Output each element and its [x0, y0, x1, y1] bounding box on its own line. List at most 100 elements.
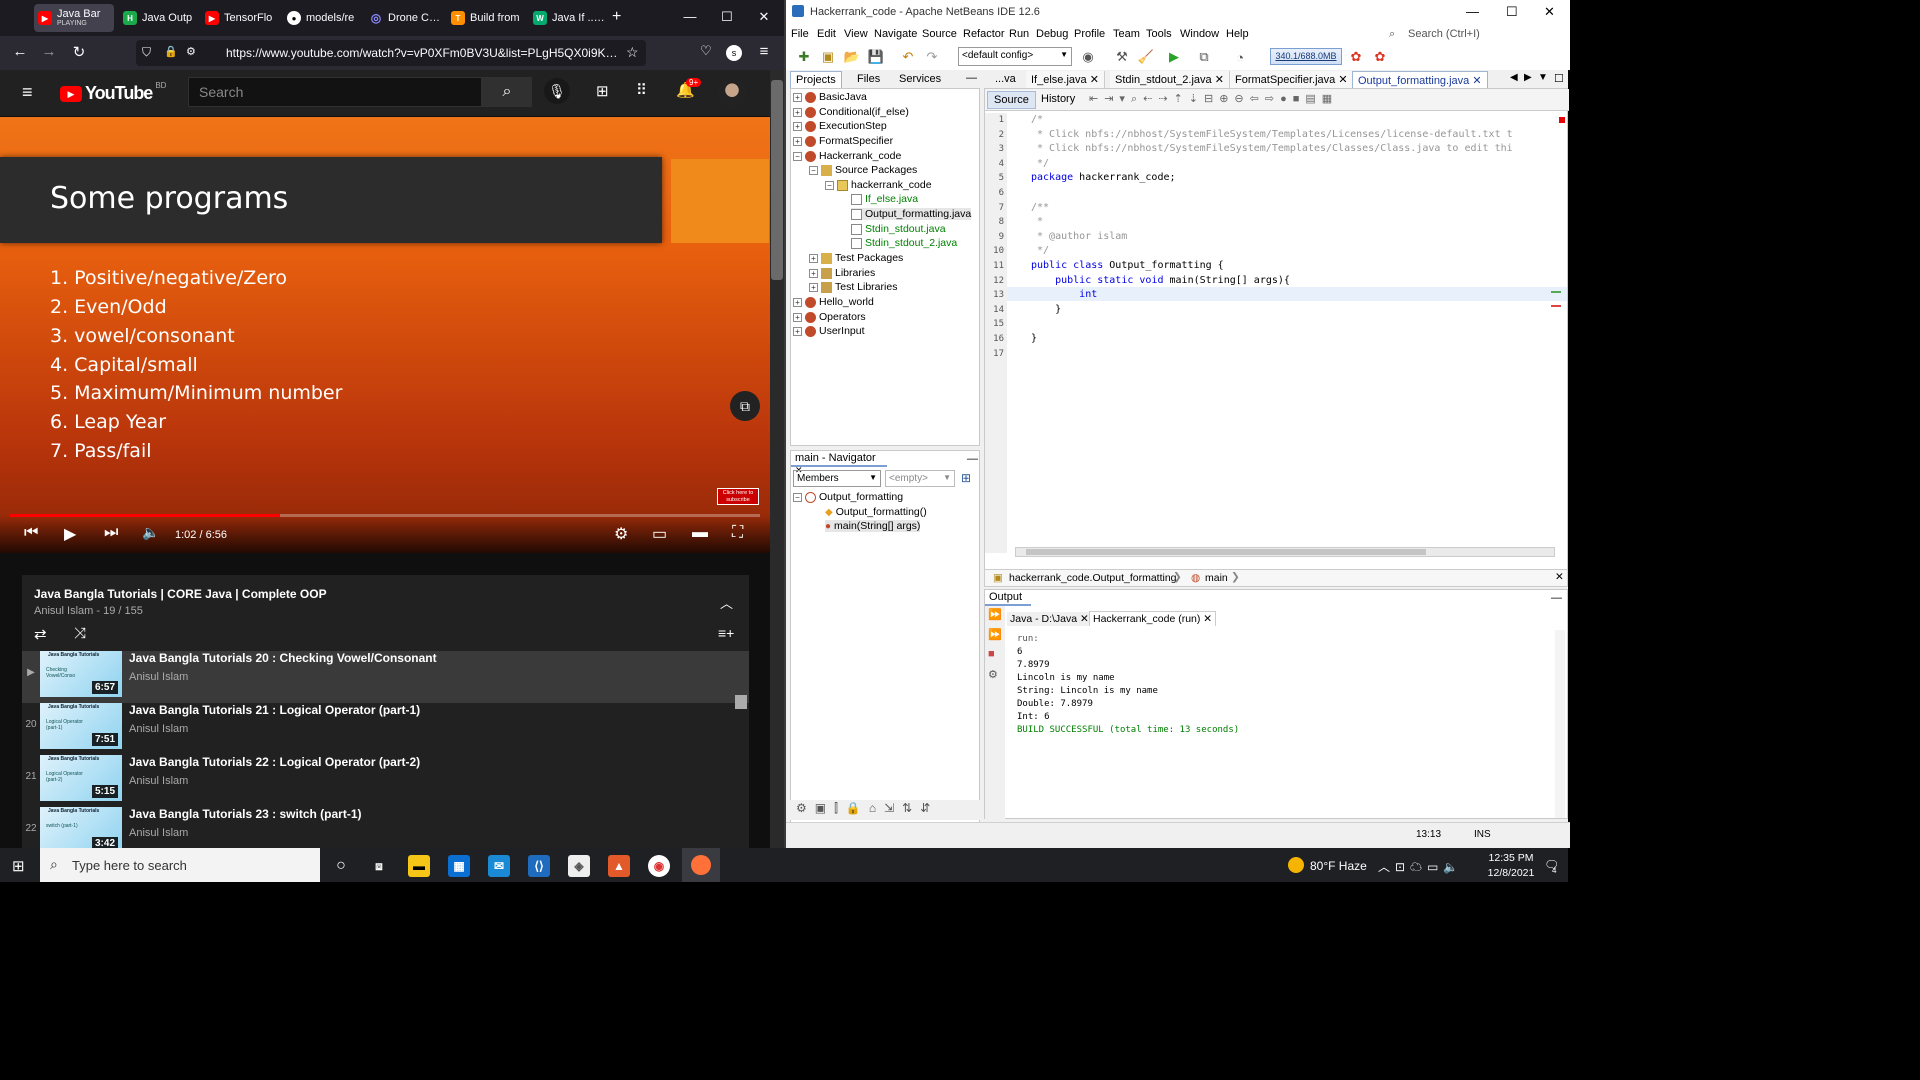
pocket-icon[interactable]: ♡	[694, 43, 718, 59]
playlist-item[interactable]: 20 Java Bangla Tutorials Logical Operato…	[22, 703, 749, 755]
menu-debug[interactable]: Debug	[1036, 28, 1068, 40]
code-line[interactable]: public class Output_formatting {	[1031, 260, 1224, 271]
code-line[interactable]: /**	[1031, 202, 1049, 213]
tab-scroll-left-icon[interactable]: ◀	[1510, 72, 1518, 83]
maximize-button[interactable]: ☐	[1506, 4, 1518, 20]
video-title[interactable]: Java Bangla Tutorials 23 : switch (part-…	[129, 807, 362, 821]
close-icon[interactable]: ✕	[1555, 571, 1564, 583]
browser-tab-6[interactable]: T Build from	[447, 4, 527, 32]
windows-start-icon[interactable]: ⊞	[12, 857, 25, 875]
settings-gear-icon[interactable]: ⚙	[988, 668, 998, 681]
browser-tab-7[interactable]: W Java If ... E	[529, 4, 609, 32]
tab-list-icon[interactable]: ▼	[1538, 72, 1548, 83]
video-author[interactable]: Anisul Islam	[129, 671, 188, 683]
video-thumbnail[interactable]: Java Bangla Tutorials Checking Vowel/Con…	[40, 651, 122, 697]
browser-tab-3[interactable]: ▶ TensorFlo	[201, 4, 281, 32]
rerun-options-icon[interactable]: ⏩	[988, 628, 1002, 641]
create-video-icon[interactable]: ⊞	[596, 82, 609, 100]
tree-item-basicjava[interactable]: + BasicJava	[793, 91, 867, 103]
menu-icon[interactable]: ≡	[752, 43, 776, 60]
output-subtab[interactable]: Java - D:\Java ✕	[1007, 612, 1092, 626]
youtube-logo[interactable]: ▶ YouTube BD	[60, 81, 166, 104]
profile-icon[interactable]: ◔	[1230, 47, 1250, 67]
error-stripe-marker[interactable]	[1559, 117, 1565, 123]
minimize-button[interactable]: —	[1466, 4, 1479, 19]
video-title[interactable]: Java Bangla Tutorials 20 : Checking Vowe…	[129, 651, 437, 665]
tab-history[interactable]: History	[1041, 93, 1075, 105]
menu-source[interactable]: Source	[922, 28, 957, 40]
editor-action-icons[interactable]: ⇤⇥▾⌕⇠⇢⇡⇣⊟⊕⊖⇦⇨●■▤▦	[1089, 92, 1338, 106]
tab-files[interactable]: Files	[852, 71, 885, 88]
vscode-icon[interactable]: ⟨⟩	[528, 855, 550, 877]
volume-icon[interactable]: 🔈	[142, 524, 159, 541]
taskbar-search[interactable]: ⌕ Type here to search	[40, 848, 320, 882]
playlist-item[interactable]: 21 Java Bangla Tutorials Logical Operato…	[22, 755, 749, 807]
chrome-icon[interactable]: ◉	[648, 855, 670, 877]
miniplayer-button-icon[interactable]: ▭	[652, 524, 667, 544]
menu-team[interactable]: Team	[1113, 28, 1140, 40]
back-icon[interactable]: ←	[8, 43, 32, 60]
navigator-constructor[interactable]: ◆ Output_formatting()	[825, 506, 927, 518]
save-all-icon[interactable]: 💾	[866, 47, 886, 67]
config-dropdown[interactable]: <default config> ▼	[958, 47, 1072, 66]
browser-tab-5[interactable]: ◎ Drone Con	[365, 4, 445, 32]
menu-help[interactable]: Help	[1226, 28, 1249, 40]
video-thumbnail[interactable]: Java Bangla Tutorials Logical Operator (…	[40, 755, 122, 801]
tab-projects[interactable]: Projects	[790, 71, 842, 88]
maximize-button[interactable]: ☐	[707, 9, 747, 25]
tab-scroll-right-icon[interactable]: ▶	[1524, 72, 1532, 83]
navigator-options-icon[interactable]: ⊞	[961, 471, 971, 485]
tree-item-file[interactable]: If_else.java	[851, 193, 918, 205]
collapse-chevron-icon[interactable]: ︿	[720, 593, 733, 612]
code-line[interactable]: /*	[1031, 114, 1043, 125]
tree-item-hello-world[interactable]: + Hello_world	[793, 296, 874, 308]
mail-icon[interactable]: ✉	[488, 855, 510, 877]
playlist-item[interactable]: ▶ Java Bangla Tutorials Checking Vowel/C…	[22, 651, 749, 703]
stop-icon[interactable]: ■	[988, 648, 995, 660]
output-subtab-active[interactable]: Hackerrank_code (run) ✕	[1089, 611, 1217, 626]
tab-editor-active[interactable]: Output_formatting.java ✕	[1352, 71, 1488, 88]
tree-item-file[interactable]: Stdin_stdout_2.java	[851, 237, 957, 249]
task-view-icon[interactable]: ⧈	[368, 855, 390, 877]
clock-date[interactable]: 12/8/2021	[1486, 867, 1536, 879]
tab-source[interactable]: Source	[987, 91, 1036, 109]
youtube-search-input[interactable]: Search	[188, 77, 482, 107]
navigator-filter-icons[interactable]: ⚙▣⫿🔒⌂⇲⇅⇵	[796, 801, 938, 816]
code-line[interactable]: package hackerrank_code;	[1031, 172, 1176, 183]
tree-item-libraries[interactable]: + Libraries	[809, 267, 875, 279]
video-author[interactable]: Anisul Islam	[129, 827, 188, 839]
close-button[interactable]: ✕	[744, 9, 784, 25]
video-title[interactable]: Java Bangla Tutorials 22 : Logical Opera…	[129, 755, 420, 769]
code-line[interactable]: */	[1031, 245, 1049, 256]
play-icon[interactable]: ▶	[64, 524, 76, 544]
members-dropdown[interactable]: Members ▼	[793, 470, 881, 487]
menu-refactor[interactable]: Refactor	[963, 28, 1005, 40]
new-tab-button[interactable]: +	[612, 8, 621, 26]
code-line[interactable]: public static void main(String[] args){	[1031, 275, 1290, 286]
scrollbar-thumb[interactable]	[1026, 549, 1426, 555]
tree-item-userinput[interactable]: + UserInput	[793, 325, 865, 337]
tree-item-executionstep[interactable]: + ExecutionStep	[793, 120, 887, 132]
netbeans-taskbar-icon[interactable]: ◈	[568, 855, 590, 877]
filter-dropdown[interactable]: <empty> ▼	[885, 470, 955, 487]
horizontal-scrollbar[interactable]	[1015, 547, 1555, 557]
navigator-class[interactable]: − Output_formatting	[793, 491, 903, 503]
url-bar[interactable]: ⛉ 🔒 ⚙ https://www.youtube.com/watch?v=vP…	[136, 40, 646, 66]
next-icon[interactable]: ⏭	[104, 524, 118, 542]
cortana-icon[interactable]: ○	[330, 855, 352, 877]
tab-services[interactable]: Services	[894, 71, 946, 88]
tab-editor-file[interactable]: If_else.java ✕	[1026, 71, 1105, 88]
video-thumbnail[interactable]: Java Bangla Tutorials Logical Operator (…	[40, 703, 122, 749]
search-icon[interactable]: ⌕	[482, 77, 532, 107]
bookmark-star-icon[interactable]: ☆	[626, 44, 639, 61]
gc-icon[interactable]: ✿	[1346, 47, 1366, 67]
profiler-snapshot-icon[interactable]: ✿	[1370, 47, 1390, 67]
debug-icon[interactable]: ⧉	[1194, 47, 1214, 67]
tab-output[interactable]: Output ✕	[985, 590, 1031, 614]
code-line[interactable]: *	[1031, 216, 1043, 227]
account-icon[interactable]: s	[726, 45, 742, 61]
video-author[interactable]: Anisul Islam	[129, 723, 188, 735]
store-icon[interactable]: ▦	[448, 855, 470, 877]
tree-item-file-selected[interactable]: Output_formatting.java	[851, 208, 972, 220]
code-line[interactable]: int	[1031, 289, 1097, 300]
